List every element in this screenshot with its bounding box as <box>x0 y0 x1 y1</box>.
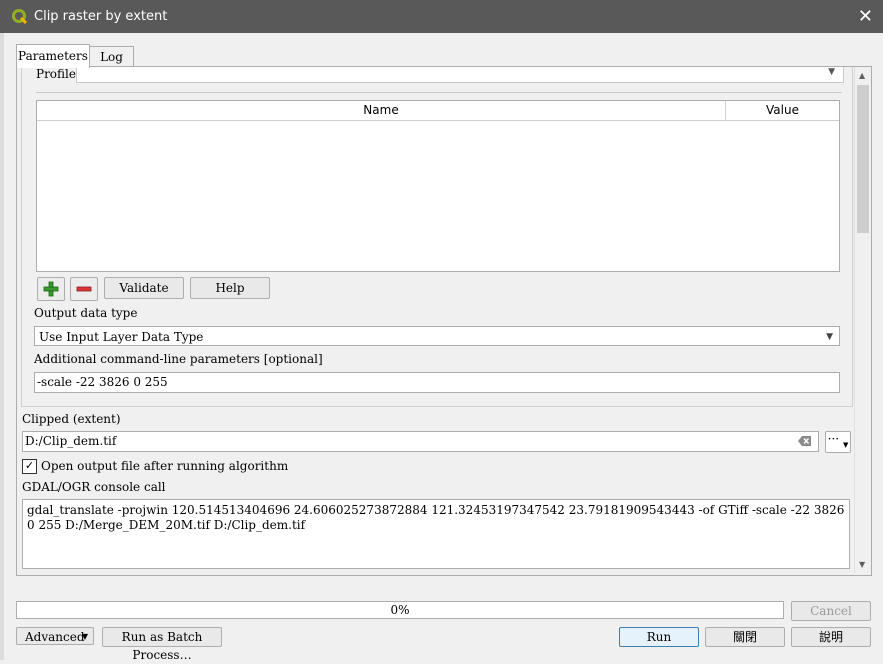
add-row-button[interactable] <box>37 277 65 301</box>
scroll-down-icon[interactable]: ▼ <box>859 560 865 569</box>
profile-combo[interactable]: ▼ <box>76 67 844 83</box>
scroll-up-icon[interactable]: ▲ <box>859 71 865 80</box>
validate-button[interactable]: Validate <box>104 277 184 299</box>
scrollbar-thumb[interactable] <box>857 85 869 233</box>
cancel-button[interactable]: Cancel <box>791 601 871 621</box>
qgis-logo-icon <box>12 9 28 25</box>
output-type-label: Output data type <box>34 306 138 320</box>
close-icon[interactable]: ✕ <box>858 6 873 27</box>
minus-icon <box>76 286 92 292</box>
help-button[interactable]: 說明 <box>791 627 871 647</box>
clear-icon[interactable] <box>798 435 812 447</box>
background-strip <box>0 33 4 660</box>
clipped-output-value: D:/Clip_dem.tif <box>25 434 117 448</box>
run-batch-button[interactable]: Run as Batch Process… <box>102 627 222 662</box>
separator <box>36 92 842 93</box>
clipped-output-input[interactable]: D:/Clip_dem.tif <box>22 431 819 452</box>
output-type-value: Use Input Layer Data Type <box>39 330 204 344</box>
run-button[interactable]: Run <box>619 627 699 647</box>
vertical-scrollbar[interactable]: ▲ ▼ <box>854 67 871 573</box>
close-button[interactable]: 關閉 <box>705 627 785 647</box>
plus-icon <box>43 281 59 297</box>
progress-bar: 0% <box>16 601 784 619</box>
console-label: GDAL/OGR console call <box>22 480 166 494</box>
clipped-label: Clipped (extent) <box>22 412 121 426</box>
advanced-label: Advanced <box>25 630 85 644</box>
chevron-down-icon: ▼ <box>828 67 835 77</box>
profile-label: Profile <box>36 67 76 81</box>
remove-row-button[interactable] <box>70 277 98 301</box>
output-type-combo[interactable]: Use Input Layer Data Type ▼ <box>34 326 840 346</box>
chevron-down-icon: ▼ <box>81 632 88 641</box>
column-name-header[interactable]: Name <box>37 101 726 120</box>
chevron-down-icon: ▼ <box>826 332 833 342</box>
advanced-parameters-group: Profile ▼ Name Value Validate Help Outpu… <box>21 67 853 407</box>
browse-label: ··· <box>827 432 840 446</box>
options-table[interactable]: Name Value <box>36 100 840 272</box>
title-bar: Clip raster by extent ✕ <box>0 0 883 33</box>
extra-params-input[interactable]: -scale -22 3826 0 255 <box>34 372 840 393</box>
table-help-button[interactable]: Help <box>190 277 270 299</box>
tab-parameters[interactable]: Parameters <box>16 44 90 68</box>
console-call-text[interactable]: gdal_translate -projwin 120.514513404696… <box>22 499 850 569</box>
open-output-label: Open output file after running algorithm <box>41 459 289 473</box>
parameters-panel: Profile ▼ Name Value Validate Help Outpu… <box>16 66 872 576</box>
open-output-checkbox[interactable]: ✓ <box>22 459 37 474</box>
advanced-button[interactable]: Advanced ▼ <box>16 627 94 645</box>
browse-output-button[interactable]: ··· ▼ <box>825 431 851 453</box>
table-header: Name Value <box>37 101 839 121</box>
tab-log[interactable]: Log <box>89 46 134 67</box>
chevron-down-icon: ▼ <box>842 441 849 449</box>
column-value-header[interactable]: Value <box>726 101 839 120</box>
extra-params-label: Additional command-line parameters [opti… <box>34 352 323 366</box>
window-title: Clip raster by extent <box>34 9 168 24</box>
